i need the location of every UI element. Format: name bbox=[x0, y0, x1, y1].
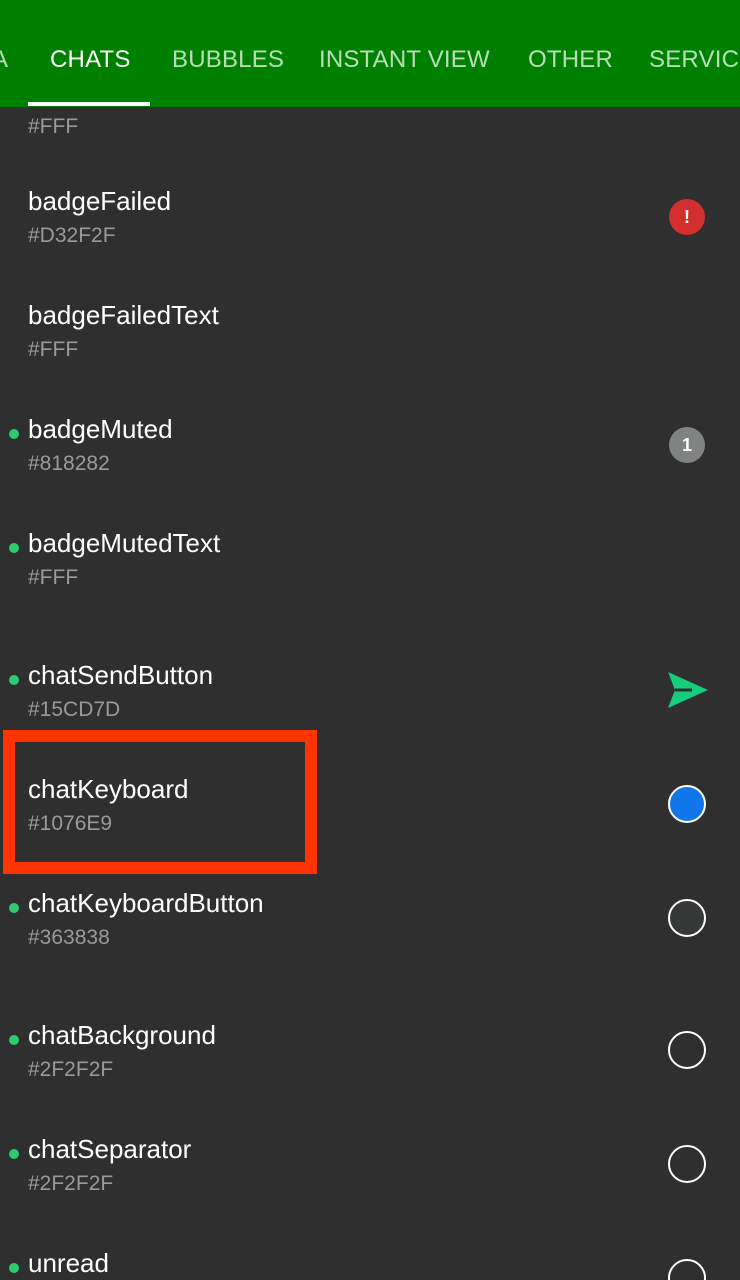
modified-indicator bbox=[9, 1149, 19, 1159]
color-list: #FFF badgeFailed #D32F2F ! badgeFailedTe… bbox=[0, 107, 740, 1280]
list-item-chat-separator[interactable]: chatSeparator #2F2F2F bbox=[0, 1134, 740, 1244]
color-name: chatSendButton bbox=[28, 660, 214, 690]
color-name: badgeFailedText bbox=[28, 300, 219, 330]
modified-indicator bbox=[9, 429, 19, 439]
failed-badge-preview: ! bbox=[669, 199, 705, 235]
tab-media[interactable]: A bbox=[0, 46, 8, 74]
color-value: #818282 bbox=[28, 452, 110, 475]
color-swatch bbox=[668, 785, 706, 823]
color-name: badgeMuted bbox=[28, 414, 173, 444]
color-value: #2F2F2F bbox=[28, 1058, 114, 1081]
modified-indicator bbox=[9, 903, 19, 913]
list-item-badge-failed-text[interactable]: badgeFailedText #FFF bbox=[0, 300, 740, 410]
list-item-badge-muted-text[interactable]: badgeMutedText #FFF bbox=[0, 528, 740, 638]
tab-instant-view[interactable]: INSTANT VIEW bbox=[319, 46, 490, 74]
tab-service[interactable]: SERVICE bbox=[649, 46, 740, 74]
modified-indicator bbox=[9, 675, 19, 685]
tab-chats[interactable]: CHATS bbox=[50, 46, 131, 74]
color-value: #FFF bbox=[28, 566, 79, 589]
modified-indicator bbox=[9, 1035, 19, 1045]
color-value: #D32F2F bbox=[28, 224, 116, 247]
color-name: badgeFailed bbox=[28, 186, 172, 216]
color-swatch bbox=[668, 1031, 706, 1069]
active-tab-indicator bbox=[28, 102, 150, 106]
list-item-chat-keyboard-button[interactable]: chatKeyboardButton #363838 bbox=[0, 888, 740, 998]
color-name: chatKeyboardButton bbox=[28, 888, 264, 918]
list-item-badge-failed[interactable]: badgeFailed #D32F2F ! bbox=[0, 186, 740, 296]
color-value: #FFF bbox=[28, 115, 79, 138]
color-name: chatBackground bbox=[28, 1020, 216, 1050]
color-name: unread bbox=[28, 1248, 109, 1278]
color-name: chatSeparator bbox=[28, 1134, 192, 1164]
list-item-chat-background[interactable]: chatBackground #2F2F2F bbox=[0, 1020, 740, 1130]
send-icon bbox=[668, 672, 708, 708]
color-value: #FFF bbox=[28, 338, 79, 361]
color-swatch bbox=[668, 899, 706, 937]
color-value: #363838 bbox=[28, 926, 110, 949]
modified-indicator bbox=[9, 543, 19, 553]
tab-other[interactable]: OTHER bbox=[528, 46, 613, 74]
list-item[interactable]: #FFF bbox=[0, 107, 740, 138]
tab-bubbles[interactable]: BUBBLES bbox=[172, 46, 284, 74]
muted-badge-preview: 1 bbox=[669, 427, 705, 463]
modified-indicator bbox=[9, 1263, 19, 1273]
color-swatch bbox=[668, 1145, 706, 1183]
color-swatch bbox=[668, 1259, 706, 1280]
list-item-unread[interactable]: unread bbox=[0, 1248, 740, 1280]
color-name: badgeMutedText bbox=[28, 528, 221, 558]
color-value: #2F2F2F bbox=[28, 1172, 114, 1195]
highlight-box bbox=[3, 730, 317, 874]
list-item-badge-muted[interactable]: badgeMuted #818282 1 bbox=[0, 414, 740, 524]
color-value: #15CD7D bbox=[28, 698, 121, 721]
tab-bar: A CHATS BUBBLES INSTANT VIEW OTHER SERVI… bbox=[0, 0, 740, 107]
